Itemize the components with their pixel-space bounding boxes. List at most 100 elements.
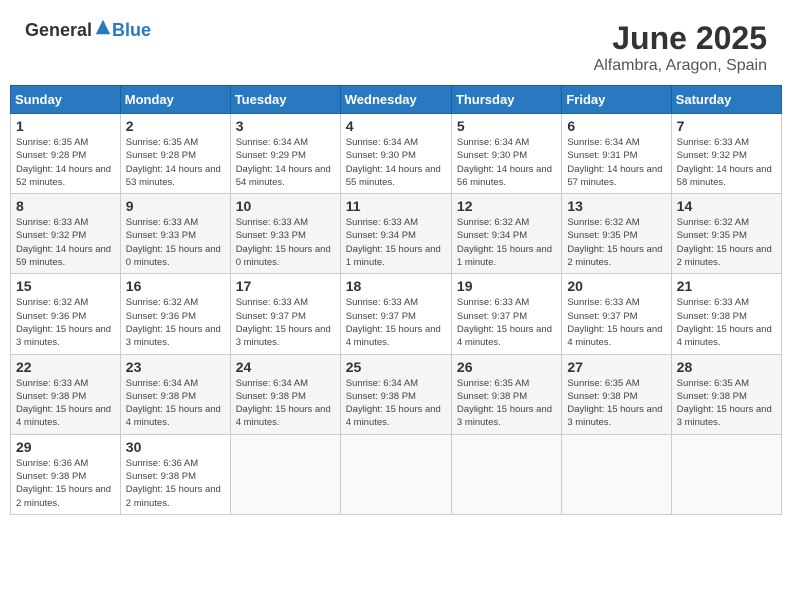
day-number: 23 — [126, 359, 225, 375]
day-number: 27 — [567, 359, 665, 375]
logo: General Blue — [25, 20, 151, 41]
day-number: 10 — [236, 198, 335, 214]
calendar-cell: 17 Sunrise: 6:33 AMSunset: 9:37 PMDayligh… — [230, 274, 340, 354]
day-info: Sunrise: 6:34 AMSunset: 9:38 PMDaylight:… — [346, 377, 446, 430]
day-number: 1 — [16, 118, 115, 134]
calendar-cell: 15 Sunrise: 6:32 AMSunset: 9:36 PMDayligh… — [11, 274, 121, 354]
calendar-cell: 25 Sunrise: 6:34 AMSunset: 9:38 PMDayligh… — [340, 354, 451, 434]
day-number: 28 — [677, 359, 776, 375]
day-info: Sunrise: 6:33 AMSunset: 9:38 PMDaylight:… — [677, 296, 776, 349]
calendar-cell: 11Sunrise: 6:33 AMSunset: 9:34 PMDayligh… — [340, 194, 451, 274]
weekday-header-saturday: Saturday — [671, 86, 781, 114]
calendar-week-3: 15 Sunrise: 6:32 AMSunset: 9:36 PMDayligh… — [11, 274, 782, 354]
calendar-cell: 2 Sunrise: 6:35 AMSunset: 9:28 PMDaylight… — [120, 114, 230, 194]
day-info: Sunrise: 6:33 AMSunset: 9:37 PMDaylight:… — [346, 296, 446, 349]
calendar-cell — [451, 434, 561, 514]
calendar-cell — [340, 434, 451, 514]
day-info: Sunrise: 6:35 AMSunset: 9:38 PMDaylight:… — [457, 377, 556, 430]
calendar-cell: 1 Sunrise: 6:35 AMSunset: 9:28 PMDaylight… — [11, 114, 121, 194]
day-number: 20 — [567, 278, 665, 294]
calendar-cell: 13Sunrise: 6:32 AMSunset: 9:35 PMDayligh… — [562, 194, 671, 274]
day-info: Sunrise: 6:32 AMSunset: 9:34 PMDaylight:… — [457, 216, 556, 269]
day-info: Sunrise: 6:36 AMSunset: 9:38 PMDaylight:… — [16, 457, 115, 510]
calendar-cell: 23 Sunrise: 6:34 AMSunset: 9:38 PMDayligh… — [120, 354, 230, 434]
day-number: 2 — [126, 118, 225, 134]
day-info: Sunrise: 6:33 AMSunset: 9:32 PMDaylight:… — [677, 136, 776, 189]
day-number: 14 — [677, 198, 776, 214]
calendar-cell — [562, 434, 671, 514]
calendar-week-5: 29 Sunrise: 6:36 AMSunset: 9:38 PMDayligh… — [11, 434, 782, 514]
day-number: 29 — [16, 439, 115, 455]
calendar-cell: 12 Sunrise: 6:32 AMSunset: 9:34 PMDayligh… — [451, 194, 561, 274]
calendar-cell: 5Sunrise: 6:34 AMSunset: 9:30 PMDaylight… — [451, 114, 561, 194]
day-info: Sunrise: 6:33 AMSunset: 9:37 PMDaylight:… — [236, 296, 335, 349]
day-number: 8 — [16, 198, 115, 214]
calendar-cell: 29 Sunrise: 6:36 AMSunset: 9:38 PMDayligh… — [11, 434, 121, 514]
day-info: Sunrise: 6:34 AMSunset: 9:31 PMDaylight:… — [567, 136, 665, 189]
calendar-cell: 22 Sunrise: 6:33 AMSunset: 9:38 PMDayligh… — [11, 354, 121, 434]
calendar-cell: 10 Sunrise: 6:33 AMSunset: 9:33 PMDayligh… — [230, 194, 340, 274]
day-number: 25 — [346, 359, 446, 375]
day-info: Sunrise: 6:33 AMSunset: 9:33 PMDaylight:… — [126, 216, 225, 269]
calendar-cell: 30 Sunrise: 6:36 AMSunset: 9:38 PMDayligh… — [120, 434, 230, 514]
calendar-cell: 14 Sunrise: 6:32 AMSunset: 9:35 PMDayligh… — [671, 194, 781, 274]
calendar-cell: 19Sunrise: 6:33 AMSunset: 9:37 PMDayligh… — [451, 274, 561, 354]
weekday-header-tuesday: Tuesday — [230, 86, 340, 114]
calendar-header-row: SundayMondayTuesdayWednesdayThursdayFrid… — [11, 86, 782, 114]
day-info: Sunrise: 6:33 AMSunset: 9:38 PMDaylight:… — [16, 377, 115, 430]
calendar-cell: 18Sunrise: 6:33 AMSunset: 9:37 PMDayligh… — [340, 274, 451, 354]
day-number: 17 — [236, 278, 335, 294]
day-info: Sunrise: 6:35 AMSunset: 9:28 PMDaylight:… — [126, 136, 225, 189]
day-number: 30 — [126, 439, 225, 455]
day-info: Sunrise: 6:35 AMSunset: 9:28 PMDaylight:… — [16, 136, 115, 189]
day-info: Sunrise: 6:32 AMSunset: 9:35 PMDaylight:… — [677, 216, 776, 269]
weekday-header-sunday: Sunday — [11, 86, 121, 114]
day-number: 16 — [126, 278, 225, 294]
calendar-cell: 6 Sunrise: 6:34 AMSunset: 9:31 PMDaylight… — [562, 114, 671, 194]
calendar-cell: 26Sunrise: 6:35 AMSunset: 9:38 PMDayligh… — [451, 354, 561, 434]
day-number: 22 — [16, 359, 115, 375]
calendar-cell: 24 Sunrise: 6:34 AMSunset: 9:38 PMDayligh… — [230, 354, 340, 434]
page-header: General Blue June 2025 Alfambra, Aragon,… — [10, 10, 782, 80]
calendar-cell: 16 Sunrise: 6:32 AMSunset: 9:36 PMDayligh… — [120, 274, 230, 354]
day-number: 12 — [457, 198, 556, 214]
day-info: Sunrise: 6:33 AMSunset: 9:33 PMDaylight:… — [236, 216, 335, 269]
calendar-cell: 3 Sunrise: 6:34 AMSunset: 9:29 PMDaylight… — [230, 114, 340, 194]
day-info: Sunrise: 6:35 AMSunset: 9:38 PMDaylight:… — [677, 377, 776, 430]
logo-blue-text: Blue — [112, 20, 151, 40]
day-number: 15 — [16, 278, 115, 294]
weekday-header-thursday: Thursday — [451, 86, 561, 114]
day-number: 21 — [677, 278, 776, 294]
day-number: 5 — [457, 118, 556, 134]
calendar-cell: 20Sunrise: 6:33 AMSunset: 9:37 PMDayligh… — [562, 274, 671, 354]
calendar-week-1: 1 Sunrise: 6:35 AMSunset: 9:28 PMDaylight… — [11, 114, 782, 194]
calendar-table: SundayMondayTuesdayWednesdayThursdayFrid… — [10, 85, 782, 515]
day-info: Sunrise: 6:36 AMSunset: 9:38 PMDaylight:… — [126, 457, 225, 510]
calendar-cell: 28 Sunrise: 6:35 AMSunset: 9:38 PMDayligh… — [671, 354, 781, 434]
day-info: Sunrise: 6:35 AMSunset: 9:38 PMDaylight:… — [567, 377, 665, 430]
day-info: Sunrise: 6:33 AMSunset: 9:34 PMDaylight:… — [346, 216, 446, 269]
calendar-cell — [671, 434, 781, 514]
day-info: Sunrise: 6:34 AMSunset: 9:29 PMDaylight:… — [236, 136, 335, 189]
day-number: 9 — [126, 198, 225, 214]
calendar-cell — [230, 434, 340, 514]
day-number: 4 — [346, 118, 446, 134]
calendar-cell: 9 Sunrise: 6:33 AMSunset: 9:33 PMDaylight… — [120, 194, 230, 274]
day-number: 6 — [567, 118, 665, 134]
day-info: Sunrise: 6:32 AMSunset: 9:36 PMDaylight:… — [126, 296, 225, 349]
logo-general-text: General — [25, 20, 92, 40]
logo-icon — [94, 18, 112, 36]
weekday-header-friday: Friday — [562, 86, 671, 114]
calendar-cell: 21 Sunrise: 6:33 AMSunset: 9:38 PMDayligh… — [671, 274, 781, 354]
day-info: Sunrise: 6:34 AMSunset: 9:38 PMDaylight:… — [126, 377, 225, 430]
calendar-cell: 27 Sunrise: 6:35 AMSunset: 9:38 PMDayligh… — [562, 354, 671, 434]
day-number: 24 — [236, 359, 335, 375]
day-info: Sunrise: 6:32 AMSunset: 9:36 PMDaylight:… — [16, 296, 115, 349]
day-info: Sunrise: 6:34 AMSunset: 9:38 PMDaylight:… — [236, 377, 335, 430]
day-number: 3 — [236, 118, 335, 134]
calendar-week-2: 8Sunrise: 6:33 AMSunset: 9:32 PMDaylight… — [11, 194, 782, 274]
weekday-header-wednesday: Wednesday — [340, 86, 451, 114]
month-title: June 2025 — [594, 20, 767, 57]
location-title: Alfambra, Aragon, Spain — [594, 57, 767, 75]
calendar-cell: 4Sunrise: 6:34 AMSunset: 9:30 PMDaylight… — [340, 114, 451, 194]
